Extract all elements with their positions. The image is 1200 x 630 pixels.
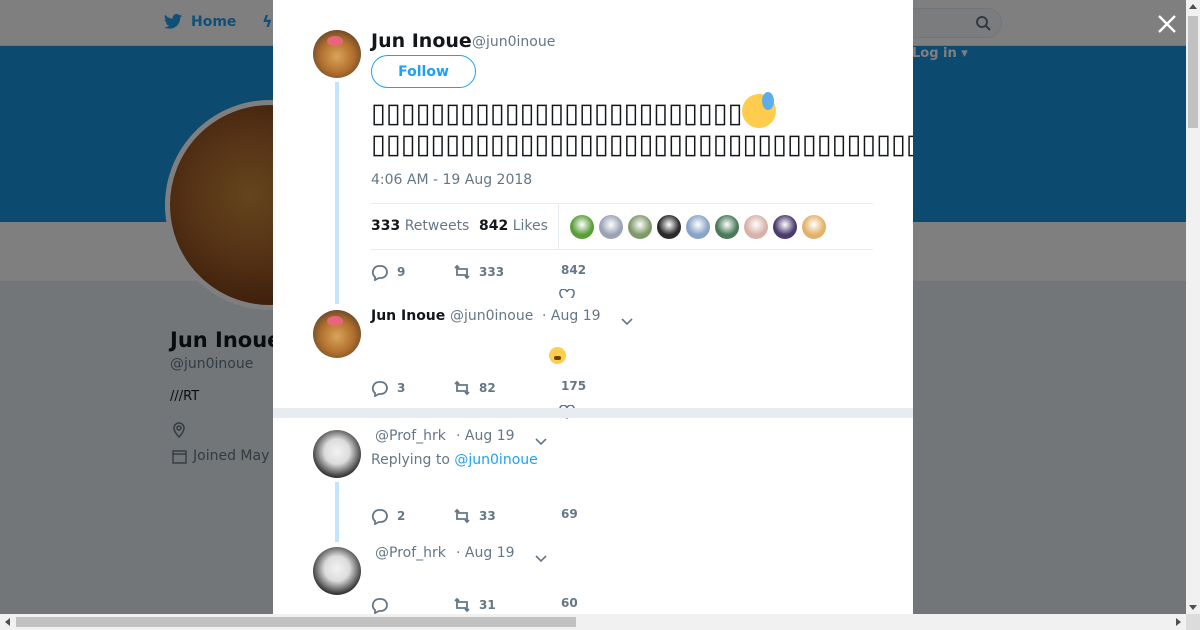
scrollbar-thumb[interactable] [16, 617, 576, 627]
tweet-timestamp[interactable]: 4:06 AM - 19 Aug 2018 [371, 172, 532, 188]
retweet-count: 31 [479, 598, 496, 612]
liker-avatar[interactable] [599, 215, 623, 239]
tweet-stats: 333 Retweets 842 Likes [371, 203, 873, 250]
tweet-text-line2: ▯▯▯▯▯▯▯▯▯▯▯▯▯▯▯▯▯▯▯▯▯▯▯▯▯▯▯▯▯▯▯▯▯▯▯▯▯▯▯▯… [371, 129, 913, 160]
liker-avatar[interactable] [802, 215, 826, 239]
weary-face-emoji-icon [549, 347, 566, 364]
reply-icon [371, 265, 388, 281]
retweets-stat[interactable]: 333 Retweets [371, 218, 469, 234]
reply-date[interactable]: · Aug 19 [456, 545, 515, 561]
liker-avatar[interactable] [715, 215, 739, 239]
reply-action[interactable]: 3 [371, 379, 405, 397]
chevron-down-icon[interactable] [534, 432, 548, 446]
retweet-count: 333 [479, 265, 505, 279]
vertical-scrollbar[interactable] [1186, 0, 1200, 614]
retweet-action[interactable]: 33 [453, 507, 496, 525]
retweet-icon [454, 380, 470, 396]
scroll-up-icon[interactable] [1189, 4, 1197, 9]
retweet-icon [454, 597, 470, 613]
reply-action[interactable]: 2 [371, 507, 405, 525]
follow-button[interactable]: Follow [371, 55, 476, 88]
author-avatar[interactable] [313, 30, 361, 78]
like-count: 60 [561, 596, 578, 610]
anxious-face-emoji-icon [742, 92, 777, 128]
reply-author-handle[interactable]: @Prof_hrk [375, 428, 446, 444]
retweet-action[interactable]: 31 [453, 596, 496, 614]
likes-count: 842 [479, 218, 509, 234]
reply-count: 2 [397, 509, 406, 523]
thread-line [335, 482, 339, 542]
reply-author-avatar[interactable] [313, 430, 361, 478]
thread-line [335, 82, 339, 304]
liker-avatars [570, 215, 826, 239]
like-action[interactable]: 60 [561, 596, 578, 610]
heart-icon[interactable] [559, 288, 575, 298]
liker-avatar[interactable] [570, 215, 594, 239]
like-action[interactable]: 175 [561, 379, 586, 393]
replying-to: Replying to @jun0inoue [371, 452, 538, 468]
tweet-permalink-modal: Jun Inoue @jun0inoue Follow ▯▯▯▯▯▯▯▯▯▯▯▯… [273, 0, 913, 614]
reply-action[interactable] [371, 596, 389, 614]
reply-author-handle[interactable]: @Prof_hrk [375, 545, 446, 561]
reply-icon [371, 598, 388, 614]
liker-avatar[interactable] [773, 215, 797, 239]
chevron-down-icon[interactable] [534, 549, 548, 563]
scroll-left-icon[interactable] [5, 618, 10, 626]
reply-date[interactable]: · Aug 19 [456, 428, 515, 444]
replies-divider [273, 408, 913, 418]
tweet-text: ▯▯▯▯▯▯▯▯▯▯▯▯▯▯▯▯▯▯▯▯▯▯▯▯▯ [371, 98, 743, 129]
like-count: 842 [561, 263, 587, 277]
chevron-down-icon[interactable] [620, 312, 634, 326]
reply-author-avatar[interactable] [313, 310, 361, 358]
retweet-icon [454, 508, 470, 524]
likes-stat[interactable]: 842 Likes [479, 218, 548, 234]
retweet-count: 82 [479, 381, 496, 395]
retweet-action[interactable]: 82 [453, 379, 496, 397]
stats-divider [558, 204, 559, 250]
reply-author-avatar[interactable] [313, 547, 361, 595]
retweet-icon [454, 264, 470, 280]
likes-label: Likes [512, 218, 548, 234]
retweets-count: 333 [371, 218, 401, 234]
liker-avatar[interactable] [744, 215, 768, 239]
like-action[interactable]: 69 [561, 507, 578, 521]
retweet-count: 33 [479, 509, 496, 523]
reply-count: 3 [397, 381, 406, 395]
replying-to-prefix: Replying to [371, 452, 450, 468]
close-icon[interactable] [1155, 12, 1179, 36]
horizontal-scrollbar[interactable] [0, 614, 1186, 630]
tweet-text-line1: ▯▯▯▯▯▯▯▯▯▯▯▯▯▯▯▯▯▯▯▯▯▯▯▯▯ [371, 92, 913, 131]
like-action[interactable]: 842 [561, 263, 586, 277]
liker-avatar[interactable] [628, 215, 652, 239]
retweet-action[interactable]: 333 [453, 263, 504, 281]
reply-icon [371, 509, 388, 525]
scrollbar-thumb[interactable] [1188, 16, 1198, 128]
retweets-label: Retweets [404, 218, 470, 234]
author-handle[interactable]: @jun0inoue [472, 34, 555, 50]
author-name[interactable]: Jun Inoue [371, 30, 472, 52]
replying-to-link[interactable]: @jun0inoue [454, 452, 537, 468]
reply-count: 9 [397, 265, 406, 279]
reply-icon [371, 381, 388, 397]
scroll-right-icon[interactable] [1176, 618, 1181, 626]
scrollbar-corner [1186, 614, 1200, 630]
like-count: 175 [561, 379, 587, 393]
reply-author-name[interactable]: Jun Inoue [371, 308, 445, 324]
reply-author-handle[interactable]: @jun0inoue [450, 308, 533, 324]
liker-avatar[interactable] [686, 215, 710, 239]
reply-action[interactable]: 9 [371, 263, 405, 281]
like-count: 69 [561, 507, 578, 521]
reply-date[interactable]: · Aug 19 [542, 308, 601, 324]
scroll-down-icon[interactable] [1189, 605, 1197, 610]
liker-avatar[interactable] [657, 215, 681, 239]
